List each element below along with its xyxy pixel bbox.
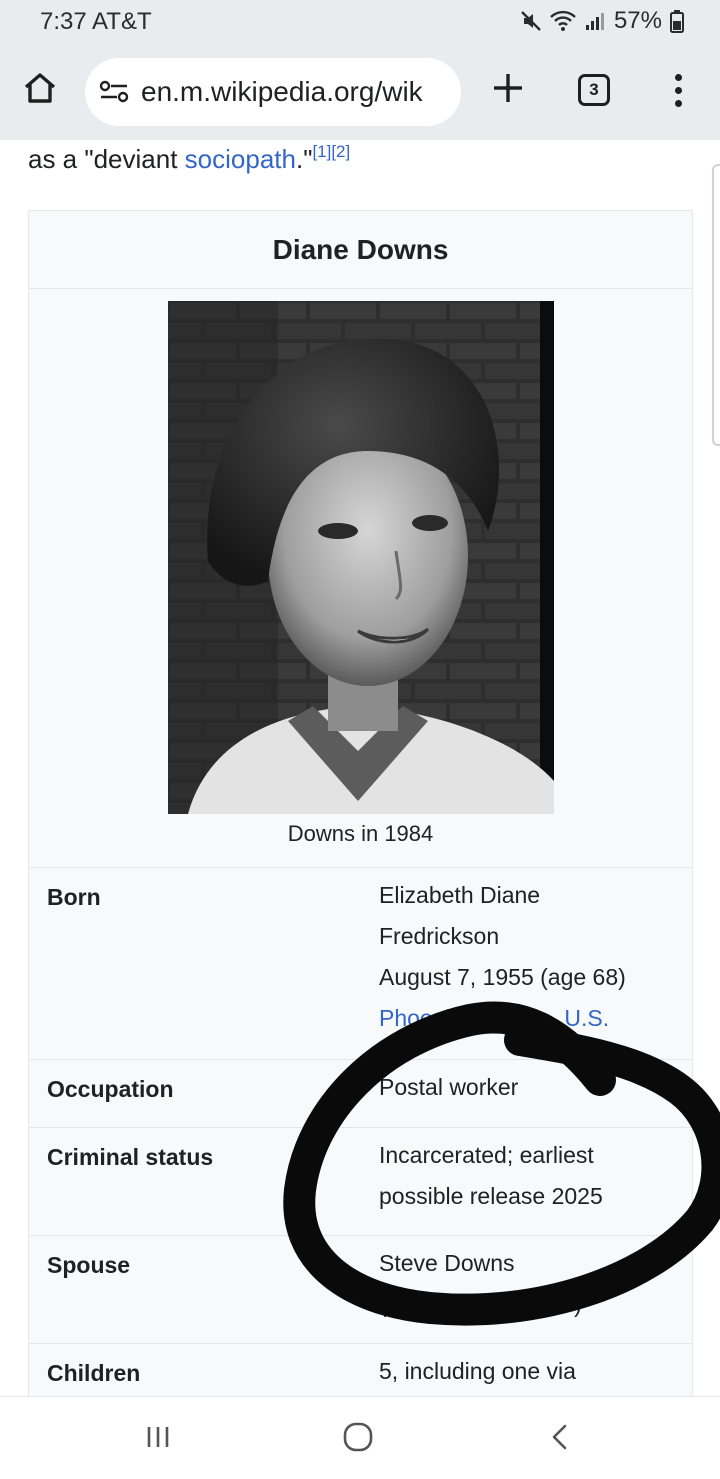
row-label: Occupation (47, 1076, 174, 1102)
children-value: 5, including one via (379, 1358, 576, 1384)
lead-prefix: as a "deviant (28, 144, 185, 174)
home-button[interactable] (20, 70, 60, 110)
row-label: Children (47, 1360, 141, 1386)
infobox-row-children: Children 5, including one via (29, 1343, 692, 1396)
status-icons: 57% (520, 7, 684, 35)
row-value: Elizabeth Diane Fredrickson August 7, 19… (379, 882, 679, 1039)
recents-button[interactable] (138, 1419, 178, 1459)
tab-switcher-button[interactable]: 3 (578, 74, 610, 106)
nav-home-button[interactable] (338, 1419, 378, 1459)
tab-count: 3 (589, 80, 599, 99)
infobox-title: Diane Downs (29, 211, 692, 289)
lead-text: as a "deviant sociopath."[1][2] (28, 142, 350, 175)
marriage-dates: (m. 1973; div. 1980) (379, 1291, 582, 1317)
image-caption: Downs in 1984 (287, 821, 434, 846)
sociopath-link[interactable]: sociopath (185, 144, 296, 174)
row-value: Incarcerated; earliest possible release … (379, 1142, 679, 1217)
spouse-name: Steve Downs (379, 1250, 515, 1276)
birth-name-line-2: Fredrickson (379, 923, 500, 949)
address-bar[interactable]: en.m.wikipedia.org/wik (85, 58, 461, 126)
new-tab-icon (491, 71, 525, 110)
scroll-indicator[interactable] (712, 164, 720, 446)
browser-toolbar: en.m.wikipedia.org/wik 3 (0, 50, 720, 132)
signal-icon (584, 10, 606, 32)
status-time-carrier: 7:37 AT&T (40, 8, 152, 35)
portrait-photo[interactable] (168, 301, 554, 814)
reference-links[interactable]: [1][2] (312, 142, 350, 161)
home-circle-icon (342, 1421, 374, 1458)
browser-chrome: 7:37 AT&T 57% en.m.wikipedia.org/wik 3 (0, 0, 720, 140)
infobox: Diane Downs Downs in 1984 Born Elizabeth… (28, 210, 693, 1396)
back-icon (545, 1422, 575, 1457)
criminal-status-line-2: possible release 2025 (379, 1183, 603, 1209)
birth-date: August 7, 1955 (age 68) (379, 964, 626, 990)
home-icon (22, 70, 58, 111)
infobox-row-criminal-status: Criminal status Incarcerated; earliest p… (29, 1127, 692, 1235)
recents-icon (143, 1422, 173, 1457)
lead-suffix: ." (295, 144, 313, 174)
row-label: Spouse (47, 1252, 131, 1278)
android-nav-bar (0, 1396, 720, 1479)
birth-place-link[interactable]: Phoenix, Arizona, U.S. (379, 998, 679, 1039)
overflow-menu-icon[interactable] (664, 68, 692, 112)
mute-icon (520, 10, 542, 32)
occupation-value: Postal worker (379, 1074, 519, 1100)
row-value: Postal worker (379, 1074, 679, 1108)
wifi-icon (550, 10, 576, 32)
new-tab-button[interactable] (488, 70, 528, 110)
page-content: as a "deviant sociopath."[1][2] Diane Do… (0, 140, 720, 1396)
infobox-row-spouse: Spouse Steve Downs (m. 1973; div. 1980) (29, 1235, 692, 1343)
row-value: Steve Downs (m. 1973; div. 1980) (379, 1250, 679, 1325)
status-bar: 7:37 AT&T 57% (0, 0, 720, 44)
birth-name-line-1: Elizabeth Diane (379, 882, 541, 908)
infobox-row-occupation: Occupation Postal worker (29, 1059, 692, 1127)
site-settings-icon[interactable] (99, 80, 129, 109)
back-button[interactable] (540, 1419, 580, 1459)
row-value: 5, including one via (379, 1358, 679, 1392)
url-text[interactable]: en.m.wikipedia.org/wik (141, 76, 423, 108)
row-label: Criminal status (47, 1144, 214, 1170)
infobox-row-born: Born Elizabeth Diane Fredrickson August … (29, 867, 692, 1059)
battery-percent: 57% (613, 7, 662, 34)
criminal-status-line-1: Incarcerated; earliest (379, 1142, 594, 1168)
row-label: Born (47, 884, 101, 910)
battery-icon (670, 9, 684, 33)
